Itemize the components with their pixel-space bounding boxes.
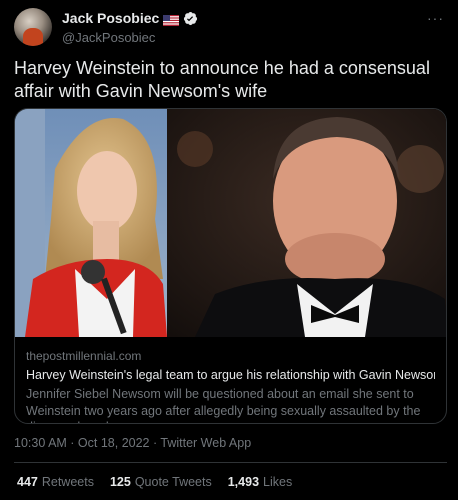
card-title[interactable]: Harvey Weinstein's legal team to argue h… [26, 367, 435, 383]
tweet-text: Harvey Weinstein to announce he had a co… [14, 58, 430, 101]
link-card[interactable]: thepostmillennial.com Harvey Weinstein's… [14, 108, 447, 424]
divider [14, 462, 447, 463]
tweet-header: Jack Posobiec @JackPosobiec ··· [14, 8, 448, 48]
retweets-stat[interactable]: 447 Retweets [17, 475, 94, 489]
card-domain[interactable]: thepostmillennial.com [26, 349, 435, 364]
tweet-timestamp[interactable]: 10:30 AM · Oct 18, 2022 · Twitter Web Ap… [14, 436, 251, 450]
author-name-row: Jack Posobiec [62, 10, 198, 26]
retweets-count: 447 [17, 475, 38, 489]
likes-label: Likes [263, 475, 293, 489]
engagement-stats: 447 Retweets 125 Quote Tweets 1,493 Like… [17, 475, 292, 489]
card-description: Jennifer Siebel Newsom will be questione… [26, 387, 421, 423]
likes-stat[interactable]: 1,493 Likes [228, 475, 292, 489]
author-display-name[interactable]: Jack Posobiec [62, 10, 159, 26]
author-avatar[interactable] [14, 8, 52, 46]
quote-tweets-count: 125 [109, 475, 131, 489]
quote-tweets-label: Quote Tweets [134, 475, 212, 489]
card-image[interactable] [15, 109, 446, 337]
author-handle[interactable]: @JackPosobiec [62, 30, 155, 45]
more-options-icon[interactable]: ··· [427, 10, 444, 26]
retweets-label: Retweets [41, 475, 94, 489]
likes-count: 1,493 [227, 475, 260, 489]
us-flag-icon [163, 13, 180, 26]
quote-tweets-stat[interactable]: 125 Quote Tweets [110, 475, 212, 489]
verified-badge-icon [183, 11, 198, 26]
card-meta: thepostmillennial.com Harvey Weinstein's… [15, 337, 446, 423]
